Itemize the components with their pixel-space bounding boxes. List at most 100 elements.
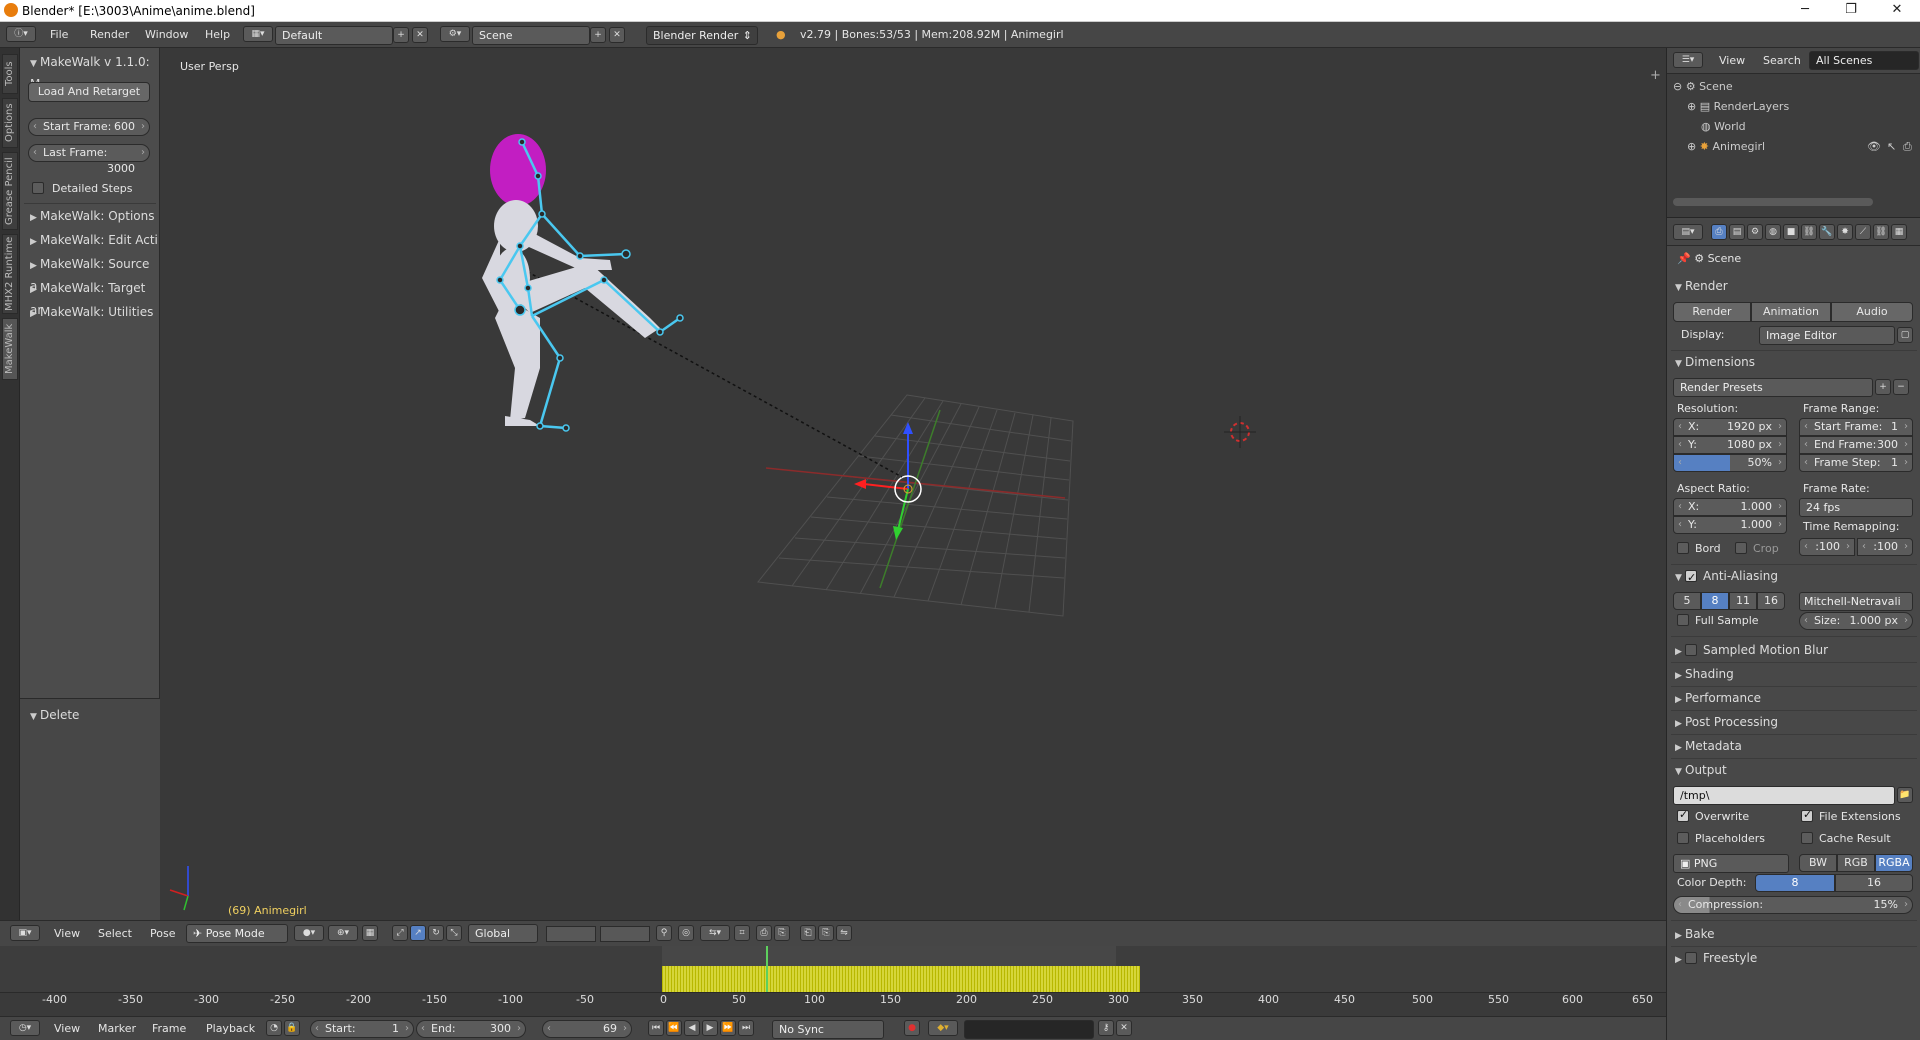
motion-blur-checkbox[interactable] — [1685, 644, 1697, 656]
layer-buttons-2[interactable] — [600, 926, 650, 942]
last-frame-field[interactable]: Last Frame: 3000 — [28, 144, 150, 175]
menu-search[interactable]: Search — [1763, 54, 1801, 67]
outliner-row-renderlayers[interactable]: ⊕ ▤ RenderLayers — [1687, 100, 1789, 113]
file-format-select[interactable]: ▣ PNG — [1673, 854, 1789, 873]
menu-window[interactable]: Window — [145, 28, 188, 41]
outliner[interactable]: ☰▾ View Search All Scenes ⊖ ⚙ Scene ⊕ ▤ … — [1667, 48, 1920, 218]
makewalk-panel-header[interactable]: ▼MakeWalk v 1.1.0: M — [30, 52, 159, 91]
snap-element-icon[interactable]: ⇆▾ — [700, 925, 730, 941]
visibility-eye-icon[interactable]: 👁 — [1867, 140, 1881, 153]
tab-grease-pencil[interactable]: Grease Pencil — [2, 152, 18, 230]
add-preset-icon[interactable]: + — [1875, 379, 1891, 395]
prev-keyframe-icon[interactable]: ⏪ — [666, 1020, 682, 1036]
render-still-button[interactable]: Render — [1673, 302, 1751, 322]
timeline-area[interactable]: -400 -350 -300 -250 -200 -150 -100 -50 0… — [0, 946, 1666, 1016]
bone-context-icon[interactable]: ⟋ — [1855, 224, 1871, 240]
scene-context-icon[interactable]: ⚙ — [1747, 224, 1763, 240]
frame-rate-select[interactable]: 24 fps — [1799, 498, 1913, 517]
editor-type-timeline-icon[interactable]: ◷▾ — [10, 1020, 40, 1036]
resolution-x-field[interactable]: X: 1920 px — [1673, 418, 1787, 436]
render-engine-select[interactable]: Blender Render ⇕ — [646, 26, 758, 45]
frame-step-field[interactable]: Frame Step: 1 — [1799, 454, 1913, 472]
armature-data-context-icon[interactable]: ✸ — [1837, 224, 1853, 240]
outliner-row-world[interactable]: ◍ World — [1701, 120, 1746, 133]
output-panel-header[interactable]: ▼ Output — [1675, 760, 1727, 780]
tab-mhx2-runtime[interactable]: MHX2 Runtime — [2, 234, 18, 314]
dimensions-panel-header[interactable]: ▼ Dimensions — [1675, 352, 1755, 372]
resolution-y-field[interactable]: Y: 1080 px — [1673, 436, 1787, 454]
interaction-mode-select[interactable]: ✈ Pose Mode — [186, 924, 288, 943]
color-mode-rgb[interactable]: RGB — [1837, 854, 1875, 872]
color-mode-bw[interactable]: BW — [1799, 854, 1837, 872]
overwrite-checkbox[interactable] — [1677, 808, 1689, 822]
selectability-cursor-icon[interactable]: ↖ — [1887, 140, 1896, 153]
translate-manipulator-icon[interactable]: ↗ — [410, 925, 426, 941]
render-audio-button[interactable]: Audio — [1831, 302, 1913, 322]
aa-samples-8[interactable]: 8 — [1701, 592, 1729, 610]
operator-panel-header[interactable]: ▼ Delete — [30, 705, 79, 725]
post-processing-panel-header[interactable]: ▶ Post Processing — [1675, 712, 1778, 732]
tab-options[interactable]: Options — [2, 98, 18, 148]
display-mode-select[interactable]: All Scenes — [1809, 51, 1919, 70]
scale-manipulator-icon[interactable]: ⤡ — [446, 925, 462, 941]
render-layers-context-icon[interactable]: ▤ — [1729, 224, 1745, 240]
metadata-panel-header[interactable]: ▶ Metadata — [1675, 736, 1742, 756]
start-frame-field[interactable]: Start Frame:600 — [28, 118, 150, 136]
tab-makewalk[interactable]: MakeWalk — [2, 318, 18, 380]
paste-pose-icon[interactable]: ⎘ — [818, 925, 834, 941]
manipulator-toggle-icon[interactable]: ⤢ — [392, 925, 408, 941]
close-button[interactable]: ✕ — [1874, 0, 1920, 22]
active-keying-set-field[interactable] — [964, 1020, 1094, 1039]
menu-help[interactable]: Help — [205, 28, 230, 41]
constraints-context-icon[interactable]: ⛓ — [1801, 224, 1817, 240]
pivot-point-icon[interactable]: ⊕▾ — [328, 925, 358, 941]
texture-context-icon[interactable]: ▦ — [1891, 224, 1907, 240]
play-icon[interactable]: ▶ — [702, 1020, 718, 1036]
render-animation-button[interactable]: Animation — [1751, 302, 1831, 322]
editor-type-outliner-icon[interactable]: ☰▾ — [1673, 52, 1703, 68]
compression-slider[interactable]: Compression: 15% — [1673, 896, 1913, 914]
delete-layout-icon[interactable]: ✕ — [412, 27, 428, 43]
menu-view[interactable]: View — [54, 1022, 80, 1035]
scene-field[interactable]: Scene — [472, 26, 590, 45]
aa-filter-select[interactable]: Mitchell-Netravali — [1799, 592, 1913, 611]
start-frame-field[interactable]: Start Frame: 1 — [1799, 418, 1913, 436]
jump-start-icon[interactable]: ⏮ — [648, 1020, 664, 1036]
sync-mode-select[interactable]: No Sync — [772, 1020, 884, 1039]
remap-new-field[interactable]: :100 — [1857, 538, 1913, 556]
menu-render[interactable]: Render — [90, 28, 129, 41]
outliner-row-animegirl[interactable]: ⊕ ✸ Animegirl — [1687, 140, 1765, 153]
insert-keyframe-icon[interactable]: ⚷ — [1098, 1020, 1114, 1036]
anti-aliasing-panel-header[interactable]: ▼ Anti-Aliasing — [1675, 566, 1778, 588]
subpanel-source-armature[interactable]: ▶ MakeWalk: Source a — [30, 254, 159, 293]
scene-icon[interactable]: ⚙▾ — [440, 26, 470, 42]
current-frame-field[interactable]: 69 — [542, 1020, 632, 1038]
render-panel-header[interactable]: ▼ Render — [1675, 276, 1728, 296]
menu-view[interactable]: View — [54, 927, 80, 940]
occlude-geometry-icon[interactable]: ▦ — [362, 925, 378, 941]
world-context-icon[interactable]: ◍ — [1765, 224, 1781, 240]
paste-flipped-pose-icon[interactable]: ⇋ — [836, 925, 852, 941]
display-select[interactable]: Image Editor — [1759, 326, 1895, 345]
tab-tools[interactable]: Tools — [2, 54, 18, 94]
aa-samples-5[interactable]: 5 — [1673, 592, 1701, 610]
freestyle-checkbox[interactable] — [1685, 952, 1697, 964]
placeholders-checkbox[interactable] — [1677, 832, 1689, 844]
preview-range-icon[interactable]: ◔ — [266, 1020, 282, 1036]
menu-select[interactable]: Select — [98, 927, 132, 940]
color-mode-rgba[interactable]: RGBA — [1875, 854, 1913, 872]
aspect-y-field[interactable]: Y: 1.000 — [1673, 516, 1787, 534]
menu-marker[interactable]: Marker — [98, 1022, 136, 1035]
crop-checkbox[interactable] — [1735, 542, 1747, 554]
add-scene-icon[interactable]: + — [590, 27, 606, 43]
jump-end-icon[interactable]: ⏭ — [738, 1020, 754, 1036]
menu-playback[interactable]: Playback — [206, 1022, 255, 1035]
menu-view[interactable]: View — [1719, 54, 1745, 67]
snap-toggle-icon[interactable]: ⌗ — [734, 925, 750, 941]
maximize-button[interactable]: ❐ — [1828, 0, 1874, 22]
aa-samples-16[interactable]: 16 — [1757, 592, 1785, 610]
editor-type-properties-icon[interactable]: ▤▾ — [1673, 224, 1703, 240]
remove-preset-icon[interactable]: − — [1893, 379, 1909, 395]
modifiers-context-icon[interactable]: 🔧 — [1819, 224, 1835, 240]
add-layout-icon[interactable]: + — [393, 27, 409, 43]
